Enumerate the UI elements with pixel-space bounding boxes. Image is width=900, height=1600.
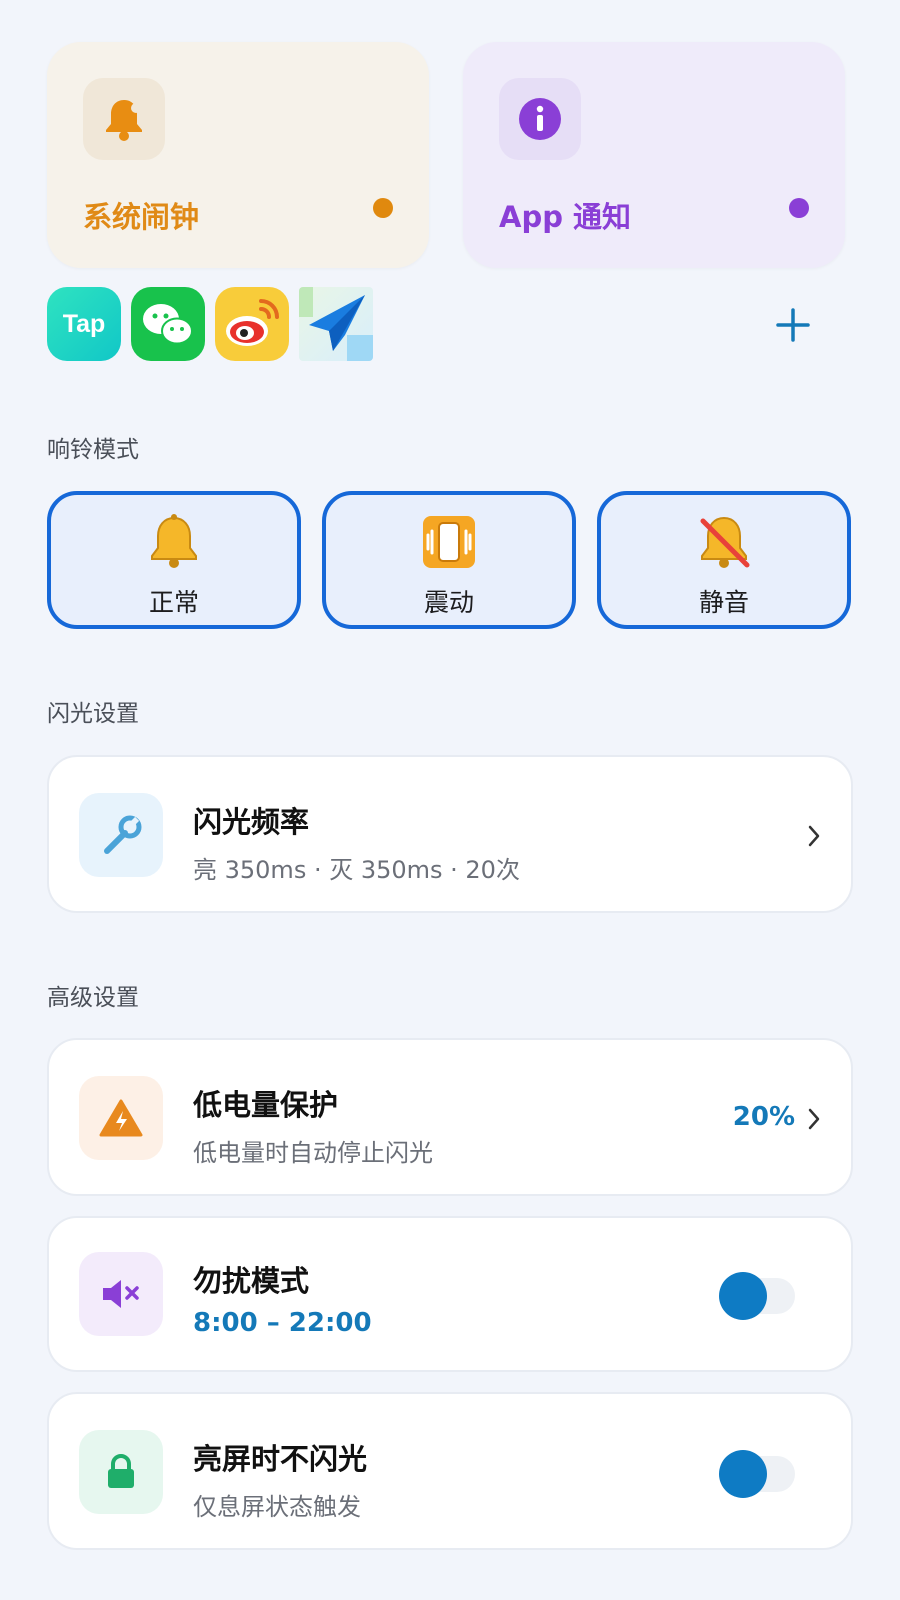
chevron-right-icon [808, 1108, 820, 1130]
dnd-toggle[interactable] [719, 1272, 795, 1320]
ring-silent-label: 静音 [698, 588, 749, 617]
tap-label: Tap [63, 310, 106, 338]
screen-on-toggle-knob [719, 1450, 767, 1498]
notify-status-dot [789, 198, 809, 218]
plus-icon [776, 308, 810, 342]
page: 系统闹钟 App 通知 Tap 响铃模式 正常 震动 静音 闪光设置 闪光频率 … [0, 0, 900, 1600]
info-icon [499, 78, 581, 160]
ring-silent-button[interactable]: 静音 [597, 491, 851, 629]
ring-normal-label: 正常 [148, 588, 199, 617]
flash-frequency-title: 闪光频率 [193, 805, 310, 839]
low-battery-subtitle: 低电量时自动停止闪光 [193, 1139, 433, 1167]
ring-vibrate-button[interactable]: 震动 [322, 491, 576, 629]
advanced-settings-title: 高级设置 [47, 985, 139, 1011]
system-alarm-label: 系统闹钟 [83, 200, 200, 234]
taptap-app-icon[interactable]: Tap [47, 287, 121, 361]
alarm-status-dot [373, 198, 393, 218]
flash-frequency-subtitle: 亮 350ms · 灭 350ms · 20次 [193, 856, 520, 884]
add-app-button[interactable] [773, 305, 813, 345]
mute-speaker-icon [79, 1252, 163, 1336]
ring-mode-title: 响铃模式 [47, 437, 139, 463]
screen-on-subtitle: 仅息屏状态触发 [193, 1493, 361, 1521]
battery-warning-icon [79, 1076, 163, 1160]
ring-vibrate-label: 震动 [423, 588, 474, 617]
low-battery-title: 低电量保护 [193, 1088, 339, 1122]
bell-icon [151, 514, 197, 568]
send-app-icon[interactable] [299, 287, 373, 361]
flash-frequency-card[interactable]: 闪光频率 亮 350ms · 灭 350ms · 20次 [47, 755, 853, 913]
screen-on-title: 亮屏时不闪光 [193, 1442, 368, 1476]
wechat-app-icon[interactable] [131, 287, 205, 361]
screen-on-toggle[interactable] [719, 1450, 795, 1498]
wrench-icon [79, 793, 163, 877]
weibo-app-icon[interactable] [215, 287, 289, 361]
lock-icon [79, 1430, 163, 1514]
app-notify-card[interactable]: App 通知 [463, 42, 845, 268]
app-notify-label: App 通知 [499, 200, 632, 234]
low-battery-card[interactable]: 低电量保护 低电量时自动停止闪光 20% [47, 1038, 853, 1196]
ring-normal-button[interactable]: 正常 [47, 491, 301, 629]
screen-on-no-flash-card: 亮屏时不闪光 仅息屏状态触发 [47, 1392, 853, 1550]
muted-bell-icon [700, 516, 750, 568]
bell-icon [83, 78, 165, 160]
dnd-title: 勿扰模式 [193, 1264, 310, 1298]
chevron-right-icon [808, 825, 820, 847]
flash-settings-title: 闪光设置 [47, 701, 139, 727]
dnd-card: 勿扰模式 8:00 – 22:00 [47, 1216, 853, 1372]
dnd-toggle-knob [719, 1272, 767, 1320]
dnd-time[interactable]: 8:00 – 22:00 [193, 1308, 372, 1338]
system-alarm-card[interactable]: 系统闹钟 [47, 42, 429, 268]
vibrate-icon [423, 516, 475, 568]
app-list-row: Tap [47, 287, 837, 363]
low-battery-value: 20% [732, 1102, 795, 1132]
